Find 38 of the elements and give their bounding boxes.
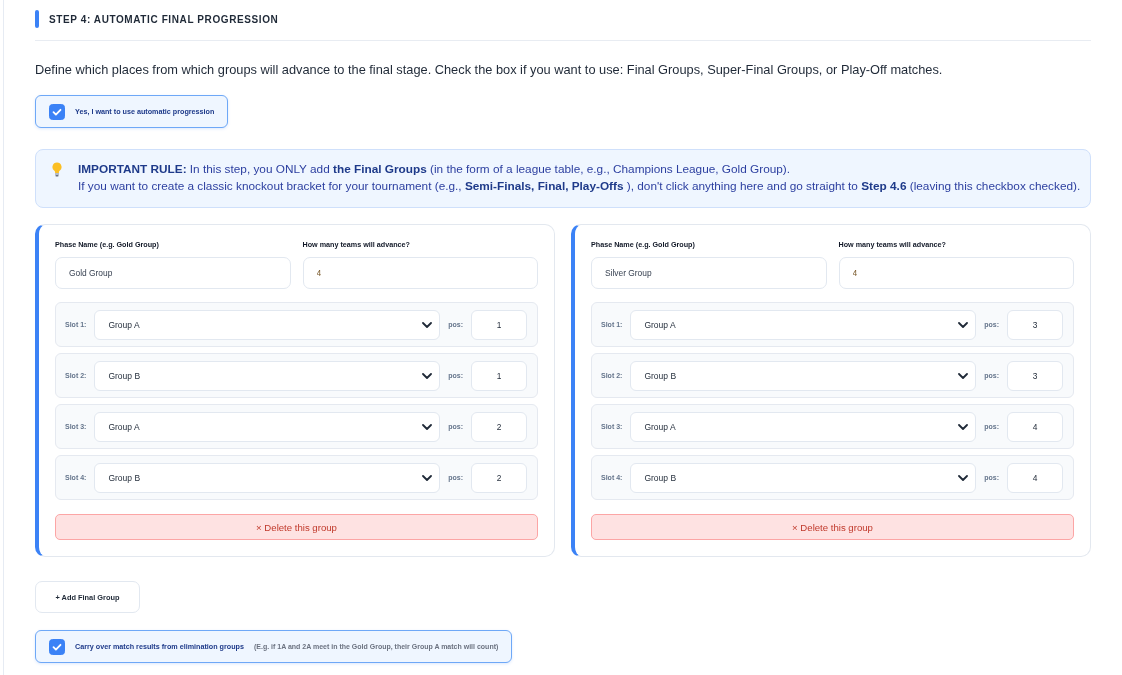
chevron-down-icon — [958, 372, 969, 379]
position-input[interactable]: 4 — [1007, 462, 1063, 493]
rule-text: IMPORTANT RULE: In this step, you ONLY add the Final Groups (in the form of a league table, e.g., Champions League, Gold Group). — [78, 161, 792, 178]
chevron-down-icon — [422, 321, 433, 328]
phase-name-input[interactable]: Gold Group — [55, 257, 291, 289]
chevron-down-icon — [958, 423, 969, 430]
position-input[interactable]: 1 — [471, 309, 527, 340]
chevron-down-icon — [958, 474, 969, 481]
group-select[interactable]: Group A — [630, 411, 977, 442]
checkbox[interactable] — [49, 638, 65, 655]
position-input[interactable]: 4 — [1007, 411, 1063, 442]
phase-name-input[interactable]: Silver Group — [591, 257, 827, 289]
position-input[interactable]: 2 — [471, 462, 527, 493]
chevron-down-icon — [422, 474, 433, 481]
position-input[interactable]: 1 — [471, 360, 527, 391]
description-text: Define which places from which groups will advance to the final stage. Check the box if you want to use: Final Groups, Super-Final Groups, or Play-Off matches. — [35, 62, 944, 78]
team-count-input[interactable]: 4 — [302, 257, 538, 289]
chevron-down-icon — [422, 372, 433, 379]
delete-group-button[interactable]: × Delete this group — [591, 514, 1074, 540]
position-input[interactable]: 3 — [1007, 360, 1063, 391]
rule-text: If you want to create a classic knockout bracket for your tournament (e.g., Semi-Finals, Final, Play-Offs ), don't click anything here and go straight to Step 4.6 (leaving this checkbox checked). — [78, 178, 1081, 195]
group-select[interactable]: Group A — [94, 411, 441, 442]
position-input[interactable]: 2 — [471, 411, 527, 442]
chevron-down-icon — [422, 423, 433, 430]
group-select[interactable]: Group B — [630, 360, 977, 391]
group-select[interactable]: Group A — [630, 309, 977, 340]
chevron-down-icon — [958, 321, 969, 328]
team-count-input[interactable]: 4 — [838, 257, 1074, 289]
checkbox[interactable] — [49, 103, 65, 120]
group-select[interactable]: Group B — [94, 360, 441, 391]
group-select[interactable]: Group B — [630, 462, 977, 493]
group-select[interactable]: Group A — [94, 309, 441, 340]
position-input[interactable]: 3 — [1007, 309, 1063, 340]
section-title: STEP 4: AUTOMATIC FINAL PROGRESSION — [49, 13, 279, 25]
delete-group-button[interactable]: × Delete this group — [55, 514, 538, 540]
group-select[interactable]: Group B — [94, 462, 441, 493]
lightbulb-icon — [52, 162, 62, 177]
accent-bar-icon — [35, 10, 39, 28]
